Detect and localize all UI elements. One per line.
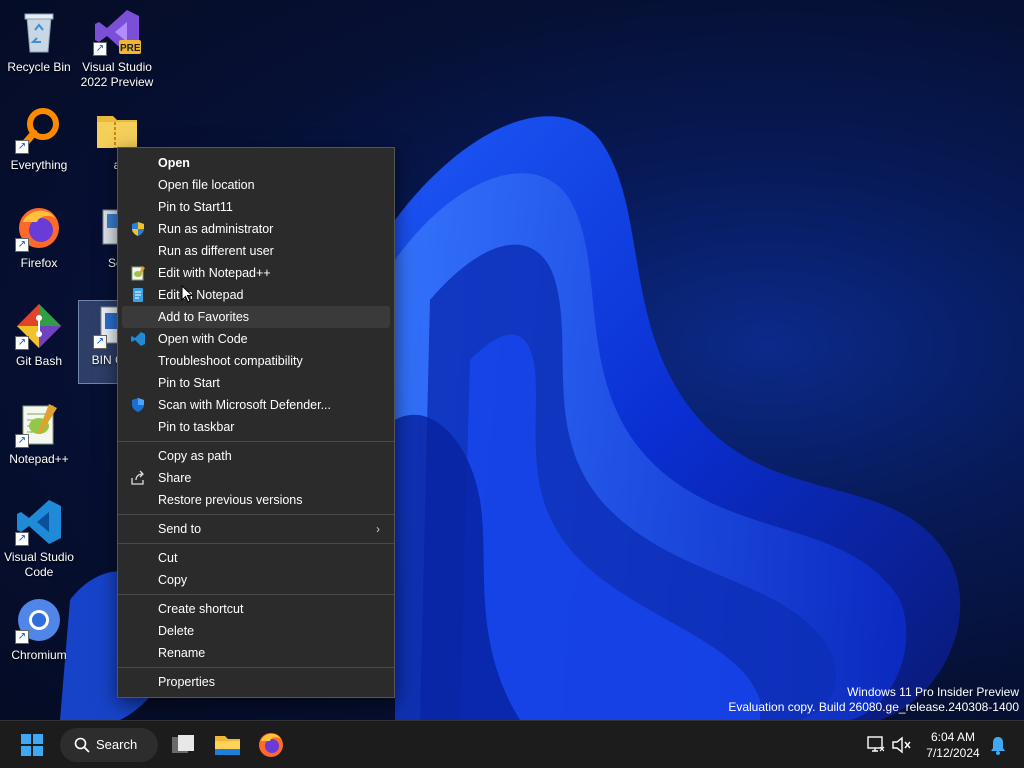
desktop-icon-firefox[interactable]: ↗ Firefox xyxy=(0,204,78,271)
system-clock[interactable]: 6:04 AM 7/12/2024 xyxy=(918,729,988,761)
shortcut-arrow-icon: ↗ xyxy=(93,42,107,56)
desktop-icon-recycle-bin[interactable]: Recycle Bin xyxy=(0,8,78,75)
menu-item-delete[interactable]: Delete xyxy=(122,620,390,642)
desktop-icon-label: Recycle Bin xyxy=(7,60,71,74)
watermark-line-1: Windows 11 Pro Insider Preview xyxy=(847,685,1019,699)
windows-logo-icon xyxy=(21,734,43,756)
search-icon xyxy=(74,737,90,753)
notepadpp-icon: ↗ xyxy=(15,400,63,448)
notepadpp-icon xyxy=(130,265,146,281)
desktop-icon-vscode[interactable]: ↗ Visual Studio Code xyxy=(0,498,78,580)
chromium-icon: ↗ xyxy=(15,596,63,644)
menu-item-edit-with-notepadpp[interactable]: Edit with Notepad++ xyxy=(122,262,390,284)
recycle-bin-icon xyxy=(15,8,63,56)
network-tray-button[interactable] xyxy=(864,727,888,763)
shortcut-arrow-icon: ↗ xyxy=(15,434,29,448)
search-label: Search xyxy=(96,737,138,752)
desktop-icon-label: Git Bash xyxy=(15,354,63,368)
notifications-button[interactable] xyxy=(988,727,1008,763)
shortcut-arrow-icon: ↗ xyxy=(15,140,29,154)
menu-item-copy-as-path[interactable]: Copy as path xyxy=(122,445,390,467)
watermark-line-2: Evaluation copy. Build 26080.ge_release.… xyxy=(728,700,1019,714)
context-menu: Open Open file location Pin to Start11 R… xyxy=(117,147,395,698)
menu-item-scan-with-defender[interactable]: Scan with Microsoft Defender... xyxy=(122,394,390,416)
desktop-icon-git-bash[interactable]: ↗ Git Bash xyxy=(0,302,78,369)
desktop-icon-label: Visual Studio Code xyxy=(4,550,74,579)
menu-item-open-file-location[interactable]: Open file location xyxy=(122,174,390,196)
menu-separator xyxy=(118,543,394,544)
menu-item-cut[interactable]: Cut xyxy=(122,547,390,569)
pre-badge: PRE xyxy=(120,43,141,54)
clock-date: 7/12/2024 xyxy=(926,746,980,760)
menu-item-send-to[interactable]: Send to › xyxy=(122,518,390,540)
menu-item-run-as-different-user[interactable]: Run as different user xyxy=(122,240,390,262)
menu-item-pin-to-start[interactable]: Pin to Start xyxy=(122,372,390,394)
task-view-icon xyxy=(172,735,194,753)
visual-studio-icon: PRE ↗ xyxy=(93,8,141,56)
menu-item-troubleshoot-compatibility[interactable]: Troubleshoot compatibility xyxy=(122,350,390,372)
chevron-right-icon: › xyxy=(376,522,380,536)
menu-separator xyxy=(118,667,394,668)
everything-icon: ↗ xyxy=(15,106,63,154)
bell-icon xyxy=(991,737,1005,755)
menu-item-properties[interactable]: Properties xyxy=(122,671,390,693)
menu-item-pin-to-start11[interactable]: Pin to Start11 xyxy=(122,196,390,218)
task-view-button[interactable] xyxy=(164,727,202,763)
desktop-icon-label: Visual Studio 2022 Preview xyxy=(80,60,154,89)
taskbar: Search 6:04 AM 7/12/2024 xyxy=(0,720,1024,768)
clock-time: 6:04 AM xyxy=(930,730,976,744)
shortcut-arrow-icon: ↗ xyxy=(15,238,29,252)
menu-separator xyxy=(118,594,394,595)
desktop-icon-label: Firefox xyxy=(20,256,58,270)
firefox-icon: ↗ xyxy=(15,204,63,252)
menu-item-pin-to-taskbar[interactable]: Pin to taskbar xyxy=(122,416,390,438)
shield-icon xyxy=(130,221,146,237)
desktop-icon-chromium[interactable]: ↗ Chromium xyxy=(0,596,78,663)
shortcut-arrow-icon: ↗ xyxy=(15,532,29,546)
notepad-icon xyxy=(130,287,146,303)
file-explorer-button[interactable] xyxy=(207,727,247,763)
desktop-icon-visual-studio[interactable]: PRE ↗ Visual Studio 2022 Preview xyxy=(78,8,156,90)
evaluation-watermark: Windows 11 Pro Insider Preview Evaluatio… xyxy=(728,685,1019,715)
menu-separator xyxy=(118,514,394,515)
firefox-taskbar-button[interactable] xyxy=(251,727,291,763)
menu-item-restore-previous-versions[interactable]: Restore previous versions xyxy=(122,489,390,511)
desktop-icon-everything[interactable]: ↗ Everything xyxy=(0,106,78,173)
menu-item-share[interactable]: Share xyxy=(122,467,390,489)
shortcut-arrow-icon: ↗ xyxy=(15,336,29,350)
menu-item-edit-in-notepad[interactable]: Edit in Notepad xyxy=(122,284,390,306)
shortcut-arrow-icon: ↗ xyxy=(93,335,107,349)
folder-icon xyxy=(215,736,240,755)
menu-item-rename[interactable]: Rename xyxy=(122,642,390,664)
menu-item-open-with-code[interactable]: Open with Code xyxy=(122,328,390,350)
start-button[interactable] xyxy=(12,727,52,763)
network-icon xyxy=(867,736,885,752)
git-bash-icon: ↗ xyxy=(15,302,63,350)
shortcut-arrow-icon: ↗ xyxy=(15,630,29,644)
menu-item-open[interactable]: Open xyxy=(122,152,390,174)
taskbar-search-box[interactable]: Search xyxy=(60,728,158,762)
vscode-icon xyxy=(130,331,146,347)
desktop-icon-notepadpp[interactable]: ↗ Notepad++ xyxy=(0,400,78,467)
menu-item-add-to-favorites[interactable]: Add to Favorites xyxy=(122,306,390,328)
desktop-icon-label: Everything xyxy=(10,158,68,172)
mouse-cursor-icon xyxy=(181,285,193,303)
desktop-icon-label: Chromium xyxy=(11,648,67,662)
menu-item-run-as-administrator[interactable]: Run as administrator xyxy=(122,218,390,240)
desktop-icon-label: Notepad++ xyxy=(9,452,69,466)
menu-item-create-shortcut[interactable]: Create shortcut xyxy=(122,598,390,620)
volume-tray-button[interactable] xyxy=(890,727,914,763)
defender-icon xyxy=(130,397,146,413)
menu-separator xyxy=(118,441,394,442)
firefox-icon xyxy=(259,733,283,757)
menu-item-copy[interactable]: Copy xyxy=(122,569,390,591)
volume-muted-icon xyxy=(892,736,911,754)
share-icon xyxy=(130,470,146,486)
vscode-icon: ↗ xyxy=(15,498,63,546)
